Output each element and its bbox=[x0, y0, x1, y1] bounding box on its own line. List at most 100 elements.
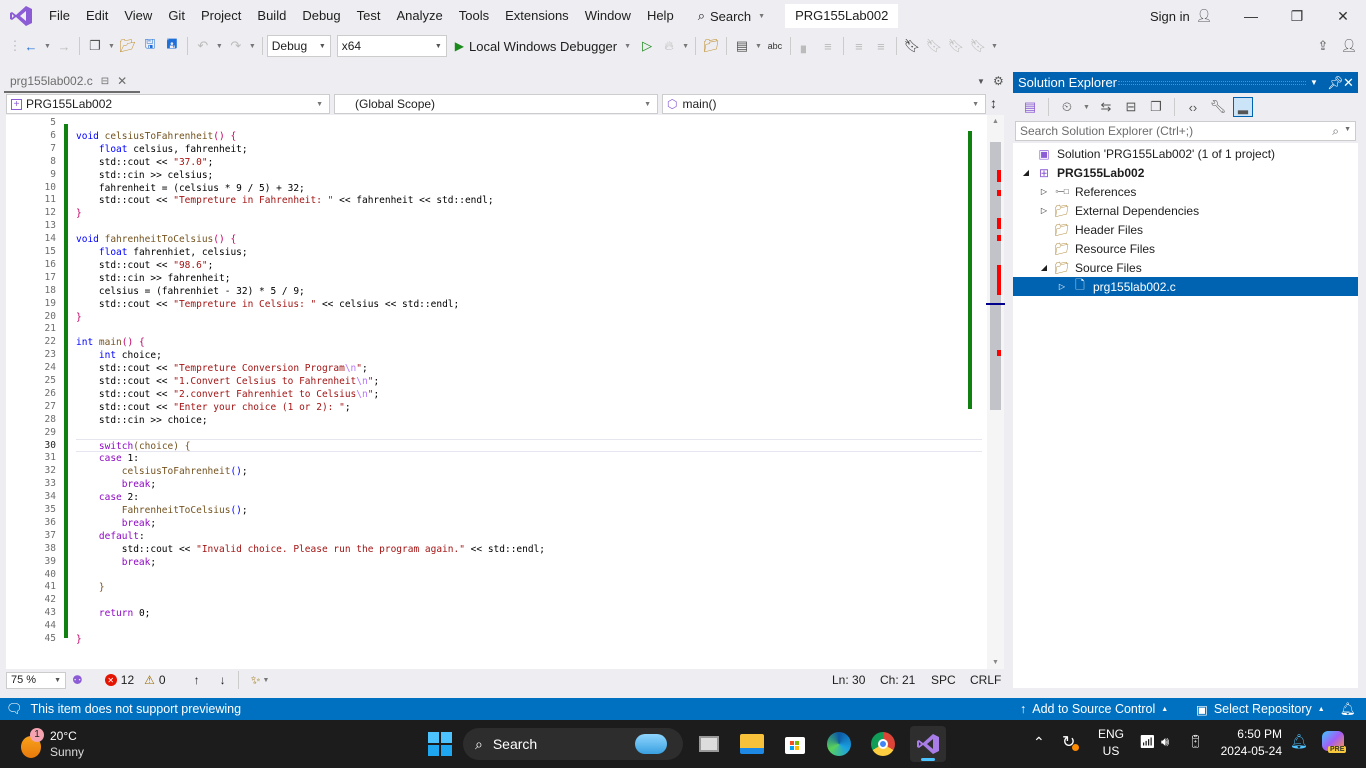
show-hidden-icons-button[interactable]: ⌃ bbox=[1033, 734, 1045, 751]
code-line[interactable]: float fahrenhiet, celsius; bbox=[76, 246, 248, 259]
chevron-down-icon[interactable]: ▼ bbox=[755, 43, 762, 50]
code-line[interactable]: celsius = (fahrenhiet - 32) * 5 / 9; bbox=[76, 285, 305, 298]
search-button[interactable]: ⌕ Search ▼ bbox=[690, 8, 775, 24]
chevron-down-icon[interactable]: ▼ bbox=[991, 43, 998, 50]
code-line[interactable]: break; bbox=[76, 556, 156, 569]
collapsed-arrow-icon[interactable]: ▷ bbox=[1039, 206, 1049, 215]
scroll-down-icon[interactable]: ▼ bbox=[992, 659, 999, 666]
previous-bookmark-icon[interactable]: 🔖︎ bbox=[924, 36, 944, 56]
comment-icon[interactable]: ▖ bbox=[796, 36, 816, 56]
zoom-select[interactable]: 75 % ▼ bbox=[6, 671, 66, 689]
tree-item[interactable]: ▷ 📁︎ External Dependencies bbox=[1013, 201, 1358, 220]
notifications-icon[interactable]: 🔔︎ bbox=[1340, 702, 1356, 717]
code-line[interactable]: std::cout << "98.6"; bbox=[76, 259, 213, 272]
scroll-up-icon[interactable]: ▲ bbox=[992, 118, 999, 125]
code-line[interactable]: float celsius, fahrenheit; bbox=[76, 143, 248, 156]
code-line[interactable]: std::cout << "37.0"; bbox=[76, 156, 213, 169]
weather-widget[interactable]: 1 20°C Sunny bbox=[18, 728, 98, 762]
scope-dropdown[interactable]: (Global Scope) ▼ bbox=[334, 94, 658, 114]
drag-handle[interactable] bbox=[1118, 81, 1306, 85]
pin-icon[interactable]: 📌︎ bbox=[1327, 75, 1344, 91]
chevron-down-icon[interactable]: ▼ bbox=[1083, 104, 1090, 111]
copilot-icon[interactable]: ⚉ bbox=[72, 673, 83, 687]
copilot-button[interactable]: PRE bbox=[1320, 731, 1347, 757]
warnings-indicator[interactable]: ⚠ 0 bbox=[144, 673, 165, 687]
tab-list-dropdown-icon[interactable]: ▼ bbox=[977, 77, 985, 86]
code-line[interactable]: celsiusToFahrenheit(); bbox=[76, 465, 248, 478]
microsoft-store-button[interactable] bbox=[780, 729, 810, 759]
code-line[interactable]: std::cin >> fahrenheit; bbox=[76, 272, 231, 285]
menu-file[interactable]: File bbox=[41, 0, 78, 32]
project-dropdown[interactable]: + PRG155Lab002 ▼ bbox=[6, 94, 330, 114]
restore-button[interactable]: ❐ bbox=[1274, 0, 1320, 32]
visual-studio-taskbar-button[interactable] bbox=[910, 726, 946, 762]
tree-item[interactable]: 📁︎ Resource Files bbox=[1013, 239, 1358, 258]
sync-with-document-icon[interactable]: ⇆ bbox=[1096, 97, 1116, 117]
select-repository-button[interactable]: ▣ Select Repository ▲ bbox=[1196, 702, 1325, 717]
tab-prg155lab002-c[interactable]: prg155lab002.c ⊟ ✕ bbox=[4, 71, 140, 93]
code-line[interactable]: std::cout << "Tempreture in Celsius: " <… bbox=[76, 298, 459, 311]
spell-check-icon[interactable]: abc bbox=[765, 36, 785, 56]
wifi-icon[interactable]: 📶︎ bbox=[1139, 734, 1156, 750]
bookmark-icon[interactable]: 🔖︎ bbox=[902, 36, 922, 56]
language-indicator[interactable]: ENG US bbox=[1098, 726, 1124, 760]
previous-issue-icon[interactable]: ↑ bbox=[194, 673, 200, 687]
switch-views-icon[interactable]: ▤ bbox=[1020, 97, 1040, 117]
code-line[interactable]: std::cout << "1.Convert Celsius to Fahre… bbox=[76, 375, 379, 388]
code-line[interactable]: default: bbox=[76, 530, 145, 543]
code-line[interactable]: std::cout << "Tempreture Conversion Prog… bbox=[76, 362, 368, 375]
clock[interactable]: 6:50 PM 2024-05-24 bbox=[1220, 726, 1282, 760]
undo-icon[interactable]: ↶ bbox=[193, 36, 213, 56]
add-to-source-control-button[interactable]: ↑ Add to Source Control ▲ bbox=[1020, 702, 1168, 716]
chrome-button[interactable] bbox=[868, 729, 898, 759]
feedback-icon[interactable]: 👤︎ bbox=[1339, 36, 1359, 56]
member-dropdown[interactable]: ⬡ main() ▼ bbox=[662, 94, 986, 114]
start-debugging-button[interactable]: ▶ Local Windows Debugger ▼ bbox=[455, 39, 633, 54]
code-line[interactable]: std::cout << "Enter your choice (1 or 2)… bbox=[76, 401, 351, 414]
code-line[interactable]: std::cout << "Invalid choice. Please run… bbox=[76, 543, 545, 556]
vertical-scrollbar[interactable]: ▲ ▼ bbox=[968, 115, 1005, 669]
taskbar-search[interactable]: ⌕ Search bbox=[463, 728, 683, 760]
code-line[interactable]: void celsiusToFahrenheit() { bbox=[76, 130, 236, 143]
menu-view[interactable]: View bbox=[116, 0, 160, 32]
view-code-icon[interactable]: ‹› bbox=[1183, 97, 1203, 117]
chevron-down-icon[interactable]: ▼ bbox=[682, 43, 689, 50]
menu-test[interactable]: Test bbox=[349, 0, 389, 32]
uncomment-icon[interactable]: ≡ bbox=[818, 36, 838, 56]
menu-analyze[interactable]: Analyze bbox=[388, 0, 450, 32]
toolbar-grip[interactable]: ⋮ bbox=[9, 36, 22, 56]
code-line[interactable]: int choice; bbox=[76, 349, 162, 362]
next-issue-icon[interactable]: ↓ bbox=[220, 673, 226, 687]
menu-git[interactable]: Git bbox=[160, 0, 193, 32]
open-folder-icon[interactable]: 📂︎ bbox=[118, 36, 138, 56]
minimize-button[interactable]: — bbox=[1228, 0, 1274, 32]
platform-select[interactable]: x64 ▼ bbox=[336, 35, 447, 57]
save-icon[interactable]: 🖫︎ bbox=[140, 36, 160, 56]
line-ending-indicator[interactable]: CRLF bbox=[970, 673, 1001, 687]
close-icon[interactable]: ✕ bbox=[1343, 75, 1354, 91]
code-cleanup-icon[interactable]: ✨︎ bbox=[251, 673, 261, 688]
sign-in-button[interactable]: Sign in 👤︎ bbox=[1150, 0, 1212, 32]
code-line[interactable]: case 1: bbox=[76, 452, 139, 465]
code-line[interactable]: } bbox=[76, 311, 82, 324]
chevron-down-icon[interactable]: ▼ bbox=[216, 43, 223, 50]
pending-changes-filter-icon[interactable]: ⏲︎ bbox=[1057, 97, 1077, 117]
start-button[interactable] bbox=[425, 729, 455, 759]
tree-item[interactable]: ◢ ⊞ PRG155Lab002 bbox=[1013, 163, 1358, 182]
find-in-files-icon[interactable]: 📁︎ bbox=[701, 36, 721, 56]
file-explorer-button[interactable] bbox=[737, 729, 767, 759]
solution-explorer-search[interactable]: Search Solution Explorer (Ctrl+;) ⌕ ▼ bbox=[1015, 121, 1356, 141]
menu-extensions[interactable]: Extensions bbox=[497, 0, 577, 32]
collapsed-arrow-icon[interactable]: ▷ bbox=[1039, 187, 1049, 196]
line-indicator[interactable]: Ln: 30 bbox=[832, 673, 865, 687]
menu-project[interactable]: Project bbox=[193, 0, 249, 32]
errors-indicator[interactable]: ✕ 12 bbox=[104, 673, 134, 687]
tree-item[interactable]: ◢ 📁︎ Source Files bbox=[1013, 258, 1358, 277]
tree-item[interactable]: 📁︎ Header Files bbox=[1013, 220, 1358, 239]
expanded-arrow-icon[interactable]: ◢ bbox=[1021, 168, 1031, 177]
sync-icon[interactable]: ↻ bbox=[1062, 732, 1079, 752]
code-line[interactable]: int main() { bbox=[76, 336, 145, 349]
code-line[interactable]: } bbox=[76, 581, 105, 594]
code-editor[interactable]: 5 6 7 8 9 10 11 12 13 14 15 16 17 18 19 20 21 22 23 24 25 26 2… bbox=[6, 115, 1005, 669]
code-line[interactable]: } bbox=[76, 207, 82, 220]
